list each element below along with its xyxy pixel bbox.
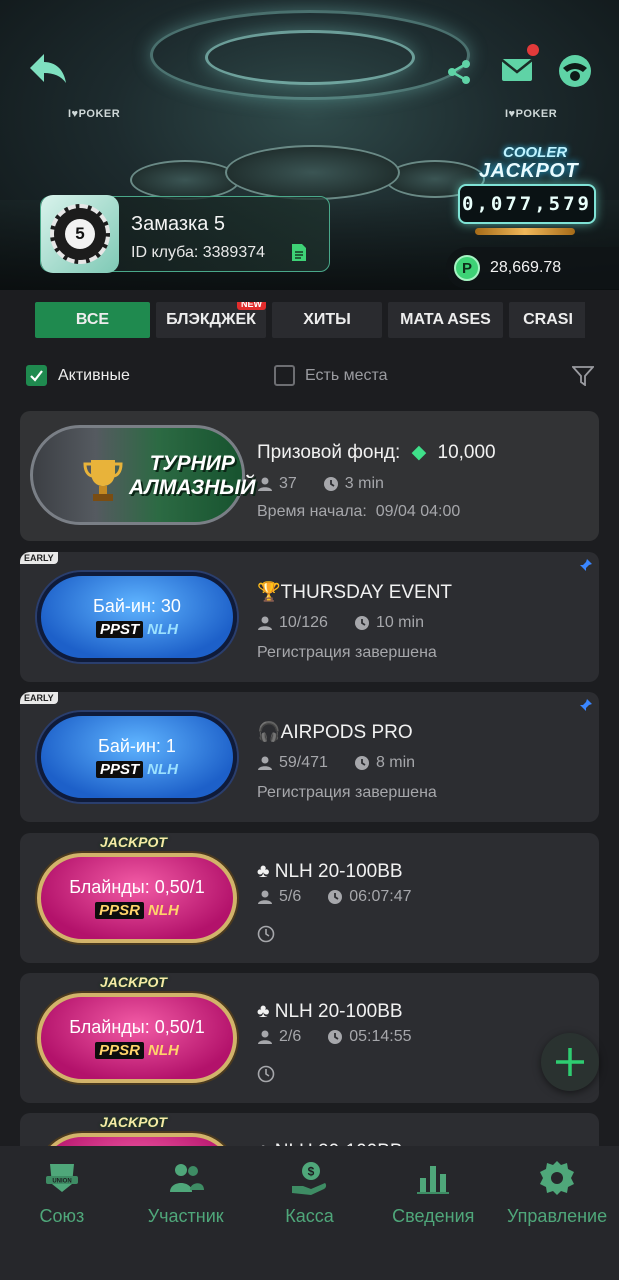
- table-card[interactable]: Блайнды: 0,50/1 PPSR NLH JACKPOT ♣ NLH 20…: [20, 973, 599, 1103]
- jackpot-title-top: COOLER: [503, 144, 568, 161]
- jackpot-table-icon: [257, 1065, 275, 1083]
- mail-icon[interactable]: [500, 56, 534, 84]
- poker-table-left: [130, 160, 240, 200]
- tournament-badge: ТУРНИР АЛМАЗНЫЙ: [30, 425, 255, 525]
- balance-value: 28,669.78: [490, 259, 562, 276]
- clock-icon: [327, 889, 343, 905]
- tab-hits[interactable]: ХИТЫ: [272, 302, 382, 338]
- poker-table-center: [225, 145, 400, 200]
- back-arrow-icon[interactable]: [26, 50, 70, 86]
- club-header: I♥POKER I♥POKER 5 Замазка 5 ID клуба: 33…: [0, 0, 619, 290]
- club-name: Замазка 5: [131, 213, 226, 235]
- blinds-badge: Блайнды: 0,50/1 PPSR NLH: [37, 853, 237, 943]
- jackpot-table-icon: [257, 925, 275, 943]
- jackpot-label: JACKPOT: [100, 1114, 167, 1130]
- jackpot-label: JACKPOT: [100, 974, 167, 990]
- players-icon: [257, 476, 273, 492]
- plus-icon: [556, 1048, 584, 1076]
- event-card[interactable]: EARLY Бай-ин: 30 PPST NLH 🏆THURSDAY EVENT…: [20, 552, 599, 682]
- coin-icon: P: [454, 255, 480, 281]
- table-title: ♣ NLH 20-100BB: [257, 1001, 403, 1022]
- club-logo: 5: [41, 195, 119, 273]
- event-title: 🏆THURSDAY EVENT: [257, 582, 453, 603]
- buyin-badge: Бай-ин: 30 PPST NLH: [37, 572, 237, 662]
- svg-text:$: $: [308, 1165, 315, 1179]
- club-badge-number: 5: [65, 219, 95, 249]
- jackpot-value: 0,077,579: [458, 184, 596, 224]
- nav-cashier[interactable]: $ Касса: [248, 1146, 372, 1280]
- union-icon: UNION: [42, 1158, 82, 1198]
- room-sign-left: I♥POKER: [68, 108, 121, 120]
- tournament-meta: 37 3 min: [257, 475, 384, 493]
- profile-icon[interactable]: [558, 54, 592, 88]
- active-checkbox[interactable]: [26, 365, 47, 386]
- jackpot-widget[interactable]: COOLER JACKPOT 0,077,579: [455, 140, 600, 235]
- event-card[interactable]: EARLY Бай-ин: 1 PPST NLH 🎧AIRPODS PRO 59/…: [20, 692, 599, 822]
- members-icon: [166, 1158, 206, 1198]
- seats-filter-label[interactable]: Есть места: [305, 367, 388, 385]
- prize-pool: Призовой фонд: ◆ 10,000: [257, 442, 496, 463]
- share-icon[interactable]: [445, 58, 473, 86]
- bottom-navigation: UNION Союз Участник $ Касса Сведения Упр…: [0, 1146, 619, 1280]
- seats-checkbox[interactable]: [274, 365, 295, 386]
- stats-icon: [413, 1158, 453, 1198]
- copy-icon[interactable]: [291, 243, 307, 262]
- event-title: 🎧AIRPODS PRO: [257, 722, 413, 743]
- room-sign-right: I♥POKER: [505, 108, 558, 120]
- tab-crash[interactable]: CRASI: [509, 302, 585, 338]
- filter-bar: Активные Есть места: [0, 360, 619, 392]
- blinds-badge: Блайнды: 0,50/1 PPSR NLH: [37, 993, 237, 1083]
- table-title: ♣ NLH 20-100BB: [257, 861, 403, 882]
- table-meta: 2/6 05:14:55: [257, 1028, 412, 1046]
- nav-members[interactable]: Участник: [124, 1146, 248, 1280]
- game-tabs: ВСЕ БЛЭКДЖЕК NEW ХИТЫ MATA ASES CRASI: [35, 302, 585, 338]
- early-tag: EARLY: [20, 692, 58, 704]
- jackpot-base: [475, 228, 575, 235]
- players-icon: [257, 755, 273, 771]
- filter-funnel-icon[interactable]: [570, 366, 596, 387]
- registration-status: Регистрация завершена: [257, 784, 437, 801]
- tab-blackjack[interactable]: БЛЭКДЖЕК NEW: [156, 302, 266, 338]
- jackpot-label: JACKPOT: [100, 834, 167, 850]
- event-meta: 59/471 8 min: [257, 754, 415, 772]
- pin-icon[interactable]: [579, 558, 593, 572]
- chip-icon: 5: [50, 204, 110, 264]
- clock-icon: [327, 1029, 343, 1045]
- club-info-card[interactable]: 5 Замазка 5 ID клуба: 3389374: [40, 195, 330, 273]
- diamond-icon: ◆: [411, 442, 427, 463]
- nav-union[interactable]: UNION Союз: [0, 1146, 124, 1280]
- tournament-card[interactable]: ТУРНИР АЛМАЗНЫЙ Призовой фонд: ◆ 10,000 …: [20, 411, 599, 541]
- settings-icon: [537, 1158, 577, 1198]
- balance-pill[interactable]: P 28,669.78: [446, 247, 619, 289]
- tab-all[interactable]: ВСЕ: [35, 302, 150, 338]
- players-icon: [257, 889, 273, 905]
- table-card[interactable]: Блайнды: 0,50/1 PPSR NLH JACKPOT ♣ NLH 20…: [20, 833, 599, 963]
- add-button[interactable]: [541, 1033, 599, 1091]
- early-tag: EARLY: [20, 552, 58, 564]
- pin-icon[interactable]: [579, 698, 593, 712]
- tab-mata-ases[interactable]: MATA ASES: [388, 302, 503, 338]
- table-meta: 5/6 06:07:47: [257, 888, 412, 906]
- clock-icon: [354, 755, 370, 771]
- start-time: Время начала: 09/04 04:00: [257, 503, 461, 520]
- svg-text:UNION: UNION: [52, 1179, 71, 1185]
- players-icon: [257, 615, 273, 631]
- buyin-badge: Бай-ин: 1 PPST NLH: [37, 712, 237, 802]
- club-id: ID клуба: 3389374: [131, 244, 266, 261]
- nav-settings[interactable]: Управление: [495, 1146, 619, 1280]
- clock-icon: [354, 615, 370, 631]
- clock-icon: [323, 476, 339, 492]
- players-icon: [257, 1029, 273, 1045]
- jackpot-title-bottom: JACKPOT: [479, 160, 579, 182]
- event-meta: 10/126 10 min: [257, 614, 424, 632]
- nav-stats[interactable]: Сведения: [371, 1146, 495, 1280]
- unread-dot: [527, 44, 539, 56]
- cashier-icon: $: [289, 1158, 329, 1198]
- ceiling-light-inner: [205, 30, 415, 85]
- tournament-badge-text: ТУРНИР АЛМАЗНЫЙ: [129, 452, 256, 499]
- active-filter-label[interactable]: Активные: [58, 367, 130, 385]
- new-badge: NEW: [237, 302, 266, 310]
- registration-status: Регистрация завершена: [257, 644, 437, 661]
- trophy-icon: [83, 460, 123, 501]
